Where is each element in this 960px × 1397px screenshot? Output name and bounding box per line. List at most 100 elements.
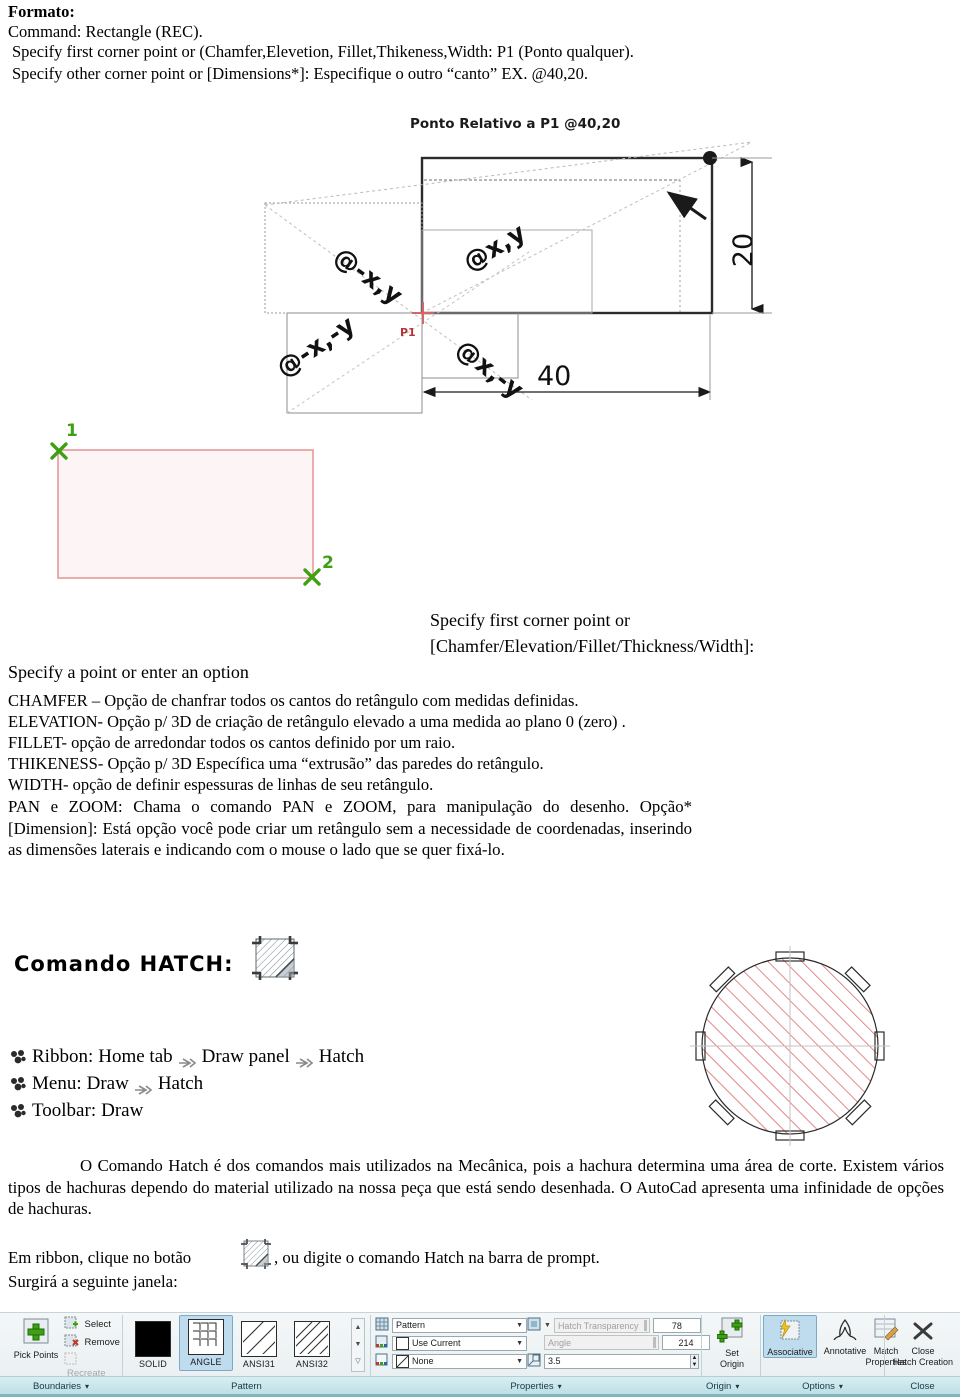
slider-handle[interactable]: [643, 1319, 647, 1331]
panel-properties: Pattern ▼ Use Current ▼ None ▼ ▼ Hatch T…: [371, 1313, 710, 1375]
set-origin-label-line1: Set: [725, 1348, 739, 1358]
pattern-name-ansi31: ANSI31: [242, 1359, 276, 1369]
prompt-line-c: Specify a point or enter an option: [8, 662, 249, 682]
scale-input[interactable]: 3.5: [544, 1353, 690, 1369]
access-toolbar-p1: Draw: [101, 1100, 144, 1121]
transparency-icon: [527, 1317, 541, 1333]
scale-spinner[interactable]: ▲ ▼: [690, 1353, 699, 1369]
option-fillet: FILLET- opção de arredondar todos os can…: [8, 733, 456, 752]
pattern-type-icon: [375, 1317, 389, 1333]
pattern-swatch-angle[interactable]: ANGLE: [179, 1315, 233, 1371]
rectangle-sketch-example: 1 2: [0, 408, 400, 608]
hatch-color-dropdown[interactable]: Use Current ▼: [392, 1335, 527, 1351]
chevron-down-icon: ▼: [516, 1357, 523, 1365]
slider-handle[interactable]: [653, 1337, 656, 1348]
ribbon-instruction-before: Em ribbon, clique no botão: [8, 1248, 192, 1267]
hatch-section-heading: Comando HATCH:: [14, 952, 234, 976]
rectangle-coordinate-diagram: P1 Ponto Relativo a P1 @40,20 @-x,y @x,y…: [232, 100, 792, 420]
transparency-caret[interactable]: ▼: [544, 1322, 551, 1329]
option-thikeness: THIKENESS- Opção p/ 3D Específica uma “e…: [8, 754, 544, 773]
document-page: Formato: Command: Rectangle (REC). Speci…: [0, 0, 960, 1397]
panel-close: Close Hatch Creation: [885, 1313, 960, 1375]
panel-boundaries: Pick Points Select Remove Recreate: [0, 1313, 122, 1379]
set-origin-button[interactable]: Set Origin: [708, 1317, 756, 1369]
ansi32-pattern-preview: [287, 1313, 345, 1371]
access-row-menu: Menu: Draw Hatch: [10, 1071, 364, 1096]
pattern-name-angle: ANGLE: [190, 1357, 222, 1367]
spin-down-arrow[interactable]: ▼: [691, 1362, 698, 1369]
scale-value: 3.5: [548, 1356, 561, 1366]
hatch-color-row: Use Current ▼: [375, 1335, 527, 1351]
hatch-color-value: Use Current: [412, 1338, 461, 1348]
page-title: Formato:: [8, 2, 75, 21]
chevron-down-icon: ▼: [516, 1339, 523, 1347]
pattern-swatch-ansi31[interactable]: ANSI31: [233, 1315, 286, 1372]
close-hatch-creation-button[interactable]: Close Hatch Creation: [887, 1319, 959, 1367]
dimension-width: 40: [537, 361, 571, 392]
associative-label: Associative: [767, 1347, 813, 1357]
ribbon-instruction-after: , ou digite o comando Hatch na barra de …: [274, 1248, 600, 1267]
access-label-menu: Menu:: [32, 1073, 82, 1094]
next-window-line: Surgirá a seguinte janela:: [8, 1272, 178, 1291]
scroll-expand-arrow[interactable]: ▽: [352, 1353, 364, 1370]
pick-points-button[interactable]: Pick Points: [8, 1317, 64, 1360]
sketch-marker-1: 1: [66, 421, 78, 441]
access-ribbon-p2: Draw panel: [201, 1046, 290, 1067]
option-chamfer: CHAMFER – Opção de chanfrar todos os can…: [8, 691, 579, 710]
panel-origin: Set Origin: [702, 1313, 760, 1375]
access-ribbon-p3: Hatch: [318, 1046, 365, 1067]
access-row-ribbon: Ribbon: Home tab Draw panel Hatch: [10, 1044, 364, 1069]
remove-button[interactable]: Remove: [64, 1334, 120, 1350]
select-label: Select: [84, 1318, 111, 1330]
sketch-marker-2: 2: [322, 553, 334, 573]
arrow-icon: [178, 1051, 196, 1068]
scale-icon: [527, 1353, 541, 1369]
spec-first-corner-line: Specify first corner point or (Chamfer,E…: [12, 42, 634, 61]
sketch-rectangle: [57, 449, 314, 579]
background-color-dropdown[interactable]: None ▼: [392, 1353, 527, 1369]
ansi31-pattern-preview: [236, 1315, 286, 1365]
autocad-hatch-creation-ribbon[interactable]: Pick Points Select Remove Recreate SOLID…: [0, 1312, 960, 1397]
pick-points-label: Pick Points: [13, 1350, 59, 1360]
paragraph-hatch-description: O Comando Hatch é dos comandos mais util…: [8, 1156, 944, 1218]
pattern-name-solid: SOLID: [138, 1359, 167, 1369]
transparency-slider[interactable]: Hatch Transparency: [553, 1317, 650, 1333]
hatch-access-list: Ribbon: Home tab Draw panel Hatch Menu: …: [10, 1044, 364, 1125]
bullet-icon: [10, 1102, 27, 1119]
close-label-line2: Hatch Creation: [892, 1357, 954, 1367]
option-width: WIDTH- opção de definir espessuras de li…: [8, 775, 434, 794]
pattern-scrollbar[interactable]: ▲ ▼ ▽: [351, 1318, 365, 1372]
transparency-row: ▼ Hatch Transparency 78: [527, 1317, 701, 1333]
arrow-icon: [295, 1051, 314, 1068]
scroll-down-arrow[interactable]: ▼: [352, 1336, 364, 1353]
select-button[interactable]: Select: [64, 1316, 111, 1332]
pattern-type-dropdown[interactable]: Pattern ▼: [392, 1317, 527, 1333]
angle-slider[interactable]: Angle: [544, 1335, 659, 1350]
access-label-toolbar: Toolbar:: [32, 1100, 97, 1121]
remove-label: Remove: [84, 1336, 120, 1348]
paragraph-pan-zoom: PAN e ZOOM: Chama o comando PAN e ZOOM, …: [8, 797, 692, 859]
callout-label: Ponto Relativo a P1 @40,20: [410, 116, 620, 132]
pattern-swatch-ansi32[interactable]: ANSI32: [286, 1313, 345, 1372]
angle-row: Angle 214: [527, 1335, 710, 1350]
bullet-icon: [10, 1048, 27, 1065]
transparency-value[interactable]: 78: [652, 1317, 701, 1333]
command-line: Command: Rectangle (REC).: [8, 22, 203, 41]
pattern-type-row: Pattern ▼: [375, 1317, 527, 1333]
chevron-down-icon: ▼: [516, 1321, 523, 1329]
angle-label: Angle: [548, 1338, 572, 1348]
prompt-line-a: Specify first corner point or: [430, 610, 630, 630]
access-ribbon-p1: Home tab: [98, 1046, 173, 1067]
hatch-icon-inline: [238, 1238, 274, 1277]
set-origin-label-line2: Origin: [719, 1359, 744, 1369]
hatch-color-icon: [375, 1335, 389, 1351]
access-label-ribbon: Ribbon:: [32, 1046, 94, 1067]
spin-up-arrow[interactable]: ▲: [691, 1355, 698, 1362]
scroll-up-arrow[interactable]: ▲: [352, 1319, 364, 1336]
associative-button[interactable]: Associative: [763, 1315, 817, 1358]
pattern-swatch-solid[interactable]: SOLID: [127, 1318, 179, 1372]
none-swatch: [396, 1354, 409, 1368]
option-elevation: ELEVATION- Opção p/ 3D de criação de ret…: [8, 712, 626, 731]
background-color-icon: [375, 1353, 389, 1369]
arrow-icon: [134, 1078, 153, 1095]
